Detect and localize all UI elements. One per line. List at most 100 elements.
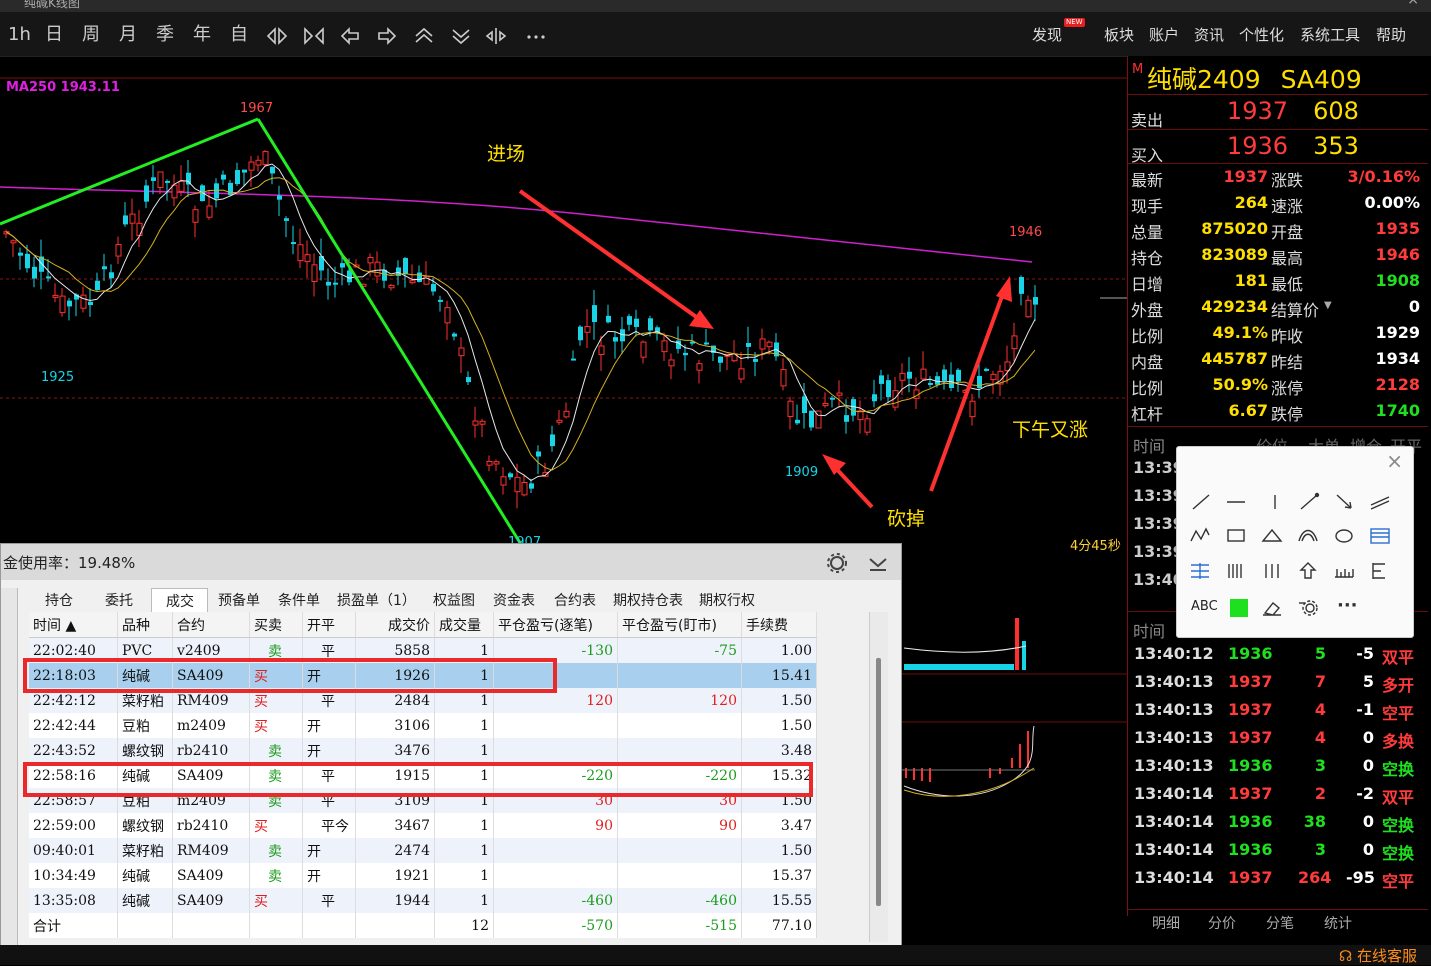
fib-extension-icon[interactable]: [1372, 563, 1385, 579]
tab-positions[interactable]: 持仓: [45, 590, 73, 610]
tab-funds[interactable]: 资金表: [493, 590, 535, 610]
col-pnl-trade[interactable]: 平仓盈亏(逐笔): [493, 612, 618, 638]
polyline-icon[interactable]: [1190, 527, 1210, 542]
tab-option-exercise[interactable]: 期权行权: [699, 590, 755, 610]
chevron-up-icon[interactable]: [415, 27, 433, 43]
tick-row[interactable]: 13:40:13 1936 3 0 空换: [1128, 752, 1428, 780]
col-product[interactable]: 品种: [117, 612, 173, 638]
settings-icon[interactable]: [1299, 600, 1318, 616]
tab-option-positions[interactable]: 期权持仓表: [613, 590, 683, 610]
col-time[interactable]: 时间 ▲: [29, 612, 118, 638]
period-1h-button[interactable]: 1h: [8, 24, 31, 46]
tick-row[interactable]: 13:40:13 1937 4 -1 空平: [1128, 696, 1428, 724]
menu-discover[interactable]: 发现: [1032, 25, 1062, 45]
close-icon[interactable]: ×: [1386, 449, 1403, 473]
tab-stats[interactable]: 统计: [1324, 913, 1352, 933]
tab-preorders[interactable]: 预备单: [218, 590, 260, 610]
price-channel-icon[interactable]: [1191, 563, 1209, 579]
period-month-button[interactable]: 月: [119, 24, 137, 46]
arrow-line-icon[interactable]: [1336, 494, 1352, 509]
tab-detail[interactable]: 明细: [1152, 913, 1180, 933]
zoom-in-icon[interactable]: [266, 27, 288, 45]
more-icon[interactable]: ···: [1337, 595, 1358, 616]
ask-price[interactable]: 1937: [1206, 97, 1288, 125]
tick-row[interactable]: 13:40:14 1936 3 0 空换: [1128, 836, 1428, 864]
scrollbar-thumb[interactable]: [876, 658, 881, 906]
menu-personalize[interactable]: 个性化: [1239, 25, 1284, 45]
color-swatch-icon[interactable]: [1230, 599, 1248, 617]
tick-row[interactable]: 13:40:14 1937 2 -2 双平: [1128, 780, 1428, 808]
up-arrow-icon[interactable]: [1299, 562, 1317, 579]
quote-stat-row: 总量 875020 开盘 1935: [1128, 216, 1428, 242]
table-row[interactable]: 22:43:52 螺纹钢 rb2410 卖开 3476 1 3.48: [29, 738, 817, 763]
col-openclose[interactable]: 开平: [302, 612, 356, 638]
parallel-lines-icon[interactable]: [1370, 496, 1390, 510]
arrow-left-icon[interactable]: [340, 27, 359, 45]
menu-news[interactable]: 资讯: [1194, 25, 1224, 45]
rectangle-icon[interactable]: [1227, 529, 1245, 542]
line-segment-icon[interactable]: [1192, 494, 1210, 510]
table-row[interactable]: 22:42:44 豆粕 m2409 买开 3106 1 1.50: [29, 713, 817, 738]
multi-vertical-icon[interactable]: [1228, 564, 1242, 578]
tab-tick[interactable]: 分笔: [1266, 913, 1294, 933]
candle-body: [620, 329, 625, 342]
bid-price[interactable]: 1936: [1206, 132, 1288, 160]
period-year-button[interactable]: 年: [193, 24, 211, 46]
cell-time: 22:43:52: [29, 738, 118, 763]
col-price[interactable]: 成交价: [355, 612, 435, 638]
arrow-right-icon[interactable]: [378, 27, 397, 45]
split-icon[interactable]: [485, 28, 507, 44]
table-row[interactable]: 22:59:00 螺纹钢 rb2410 买平今 3467 1 90 90 3.47: [29, 813, 817, 838]
zoom-out-icon[interactable]: [304, 27, 324, 45]
tick-row[interactable]: 13:40:14 1936 38 0 空换: [1128, 808, 1428, 836]
ellipse-icon[interactable]: [1335, 529, 1353, 543]
menu-system-tools[interactable]: 系统工具: [1300, 25, 1360, 45]
scrollbar[interactable]: [869, 612, 888, 942]
tab-price-dist[interactable]: 分价: [1208, 913, 1236, 933]
col-side[interactable]: 买卖: [249, 612, 303, 638]
tick-row[interactable]: 13:40:13 1937 7 5 多开: [1128, 668, 1428, 696]
table-row[interactable]: 09:40:01 菜籽粕 RM409 卖开 2474 1 1.50: [29, 838, 817, 863]
settings-icon[interactable]: [826, 552, 848, 574]
period-custom-button[interactable]: 自: [230, 24, 248, 46]
menu-help[interactable]: 帮助: [1376, 25, 1406, 45]
candle-body: [221, 174, 226, 180]
tab-contracts[interactable]: 合约表: [554, 590, 596, 610]
col-qty[interactable]: 成交量: [434, 612, 494, 638]
menu-account[interactable]: 账户: [1149, 25, 1179, 45]
tab-conditional[interactable]: 条件单: [278, 590, 320, 610]
cell-fee: 1.50: [741, 688, 817, 713]
period-day-button[interactable]: 日: [45, 24, 63, 46]
tab-stoploss[interactable]: 损盈单（1）: [337, 590, 416, 610]
collapse-icon[interactable]: [867, 554, 889, 574]
more-icon[interactable]: [527, 35, 545, 39]
tab-fills[interactable]: 成交: [151, 588, 208, 615]
col-fee[interactable]: 手续费: [741, 612, 817, 638]
cell-price: 3106: [355, 713, 435, 738]
menu-sectors[interactable]: 板块: [1104, 25, 1134, 45]
fibonacci-icon[interactable]: [1370, 528, 1390, 544]
triangle-icon[interactable]: [1261, 528, 1283, 542]
table-row[interactable]: 10:34:49 纯碱 SA409 卖开 1921 1 15.37: [29, 863, 817, 888]
ray-icon[interactable]: [1300, 492, 1320, 510]
period-quarter-button[interactable]: 季: [156, 24, 174, 46]
text-icon[interactable]: ABC: [1191, 599, 1218, 614]
tick-row[interactable]: 13:40:12 1936 5 -5 双平: [1128, 640, 1428, 668]
tab-equity[interactable]: 权益图: [433, 590, 475, 610]
col-pnl-mtm[interactable]: 平仓盈亏(盯市): [617, 612, 742, 638]
ruler-icon[interactable]: [1335, 569, 1354, 578]
triple-line-icon[interactable]: [1265, 564, 1279, 578]
eraser-icon[interactable]: [1263, 602, 1281, 616]
chevron-down-icon[interactable]: [452, 29, 470, 45]
tick-row[interactable]: 13:40:14 1937 264 -95 空平: [1128, 864, 1428, 892]
col-contract[interactable]: 合约: [172, 612, 250, 638]
close-icon[interactable]: ×: [1407, 0, 1419, 8]
arc-icon[interactable]: [1298, 529, 1318, 542]
online-service-link[interactable]: ☊ 在线客服: [1339, 945, 1417, 966]
tick-row[interactable]: 13:40:13 1937 4 0 多换: [1128, 724, 1428, 752]
period-week-button[interactable]: 周: [82, 24, 100, 46]
candle-body: [46, 276, 51, 279]
cell-product: 菜籽粕: [117, 838, 173, 863]
tab-orders[interactable]: 委托: [105, 590, 133, 610]
table-row[interactable]: 13:35:08 纯碱 SA409 买平 1944 1 -460 -460 15.55: [29, 888, 817, 913]
